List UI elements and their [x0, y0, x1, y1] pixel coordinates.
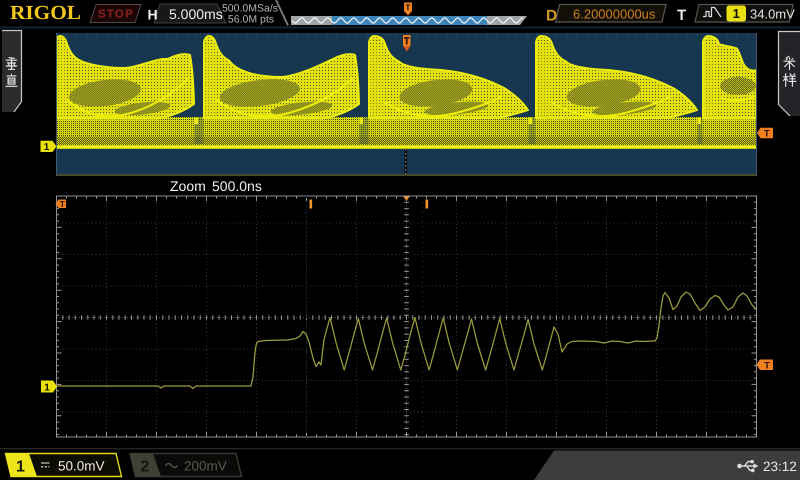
svg-text:T: T — [677, 7, 686, 24]
svg-text:23:12: 23:12 — [763, 459, 797, 474]
svg-text:T: T — [764, 129, 770, 140]
svg-text:STOP: STOP — [98, 9, 134, 21]
svg-text:1: 1 — [733, 6, 740, 21]
svg-text:34.0mV: 34.0mV — [750, 7, 795, 22]
svg-text:1: 1 — [16, 459, 25, 476]
svg-text:Zoom: Zoom — [170, 178, 206, 194]
svg-text:T: T — [60, 199, 66, 209]
svg-text:RIGOL: RIGOL — [10, 2, 81, 24]
svg-text:T: T — [764, 360, 770, 371]
svg-text:2: 2 — [141, 459, 150, 476]
svg-text:1: 1 — [44, 142, 50, 153]
svg-text:1: 1 — [44, 383, 50, 394]
svg-text:200mV: 200mV — [184, 459, 227, 474]
svg-text:56.0M pts: 56.0M pts — [228, 14, 274, 26]
svg-text:6.20000000us: 6.20000000us — [573, 7, 656, 22]
svg-text:T: T — [406, 3, 411, 12]
svg-text:500.0ns: 500.0ns — [212, 178, 262, 194]
svg-text:5.000ms: 5.000ms — [169, 6, 223, 22]
svg-text:50.0mV: 50.0mV — [58, 459, 105, 474]
svg-text:H: H — [148, 7, 158, 23]
